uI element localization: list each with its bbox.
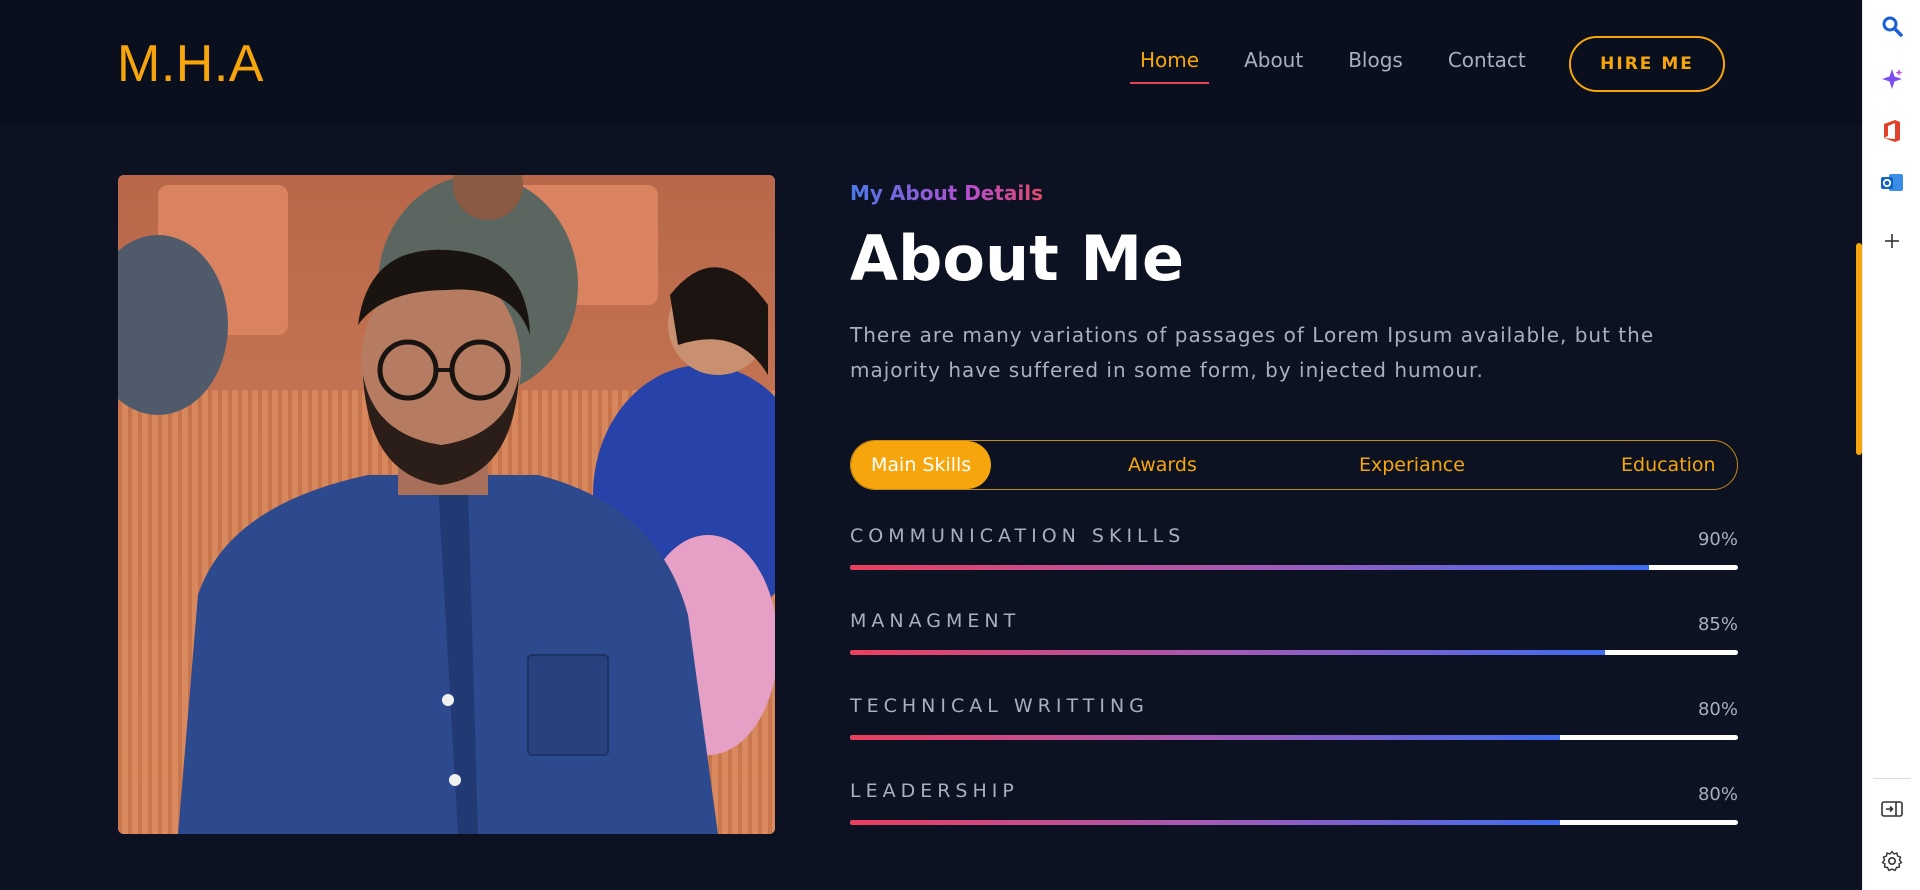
profile-photo-illustration xyxy=(118,175,775,834)
profile-photo xyxy=(118,175,775,834)
skill-bar-fill xyxy=(850,820,1561,825)
tab-awards[interactable]: Awards xyxy=(1128,441,1197,489)
skill-bar xyxy=(850,820,1738,825)
skill-name: LEADERSHIP xyxy=(850,780,1019,802)
nav-home[interactable]: Home xyxy=(1130,48,1210,84)
office-icon[interactable] xyxy=(1880,119,1904,143)
page: M.H.A Home About Blogs Contact HIRE ME M… xyxy=(0,0,1920,890)
skill-item: MANAGMENT 85% xyxy=(850,610,1738,670)
copilot-icon[interactable] xyxy=(1880,67,1904,91)
skill-percent: 85% xyxy=(1697,614,1738,635)
skill-bar xyxy=(850,565,1738,570)
browser-sidebar xyxy=(1862,0,1920,890)
skill-bar xyxy=(850,735,1738,740)
tab-experiance[interactable]: Experiance xyxy=(1359,441,1465,489)
sidebar-divider xyxy=(1873,778,1911,779)
skills-tabs: Main Skills Awards Experiance Education xyxy=(850,440,1738,490)
skill-percent: 80% xyxy=(1697,699,1738,720)
nav-about[interactable]: About xyxy=(1234,48,1313,82)
search-icon[interactable] xyxy=(1880,14,1904,38)
site-header: M.H.A Home About Blogs Contact HIRE ME xyxy=(0,0,1862,126)
skill-bar xyxy=(850,650,1738,655)
skill-name: COMMUNICATION SKILLS xyxy=(850,525,1186,547)
skill-percent: 90% xyxy=(1697,529,1738,550)
skill-name: TECHNICAL WRITTING xyxy=(850,695,1149,717)
skill-bar-fill xyxy=(850,735,1561,740)
tab-education[interactable]: Education xyxy=(1621,441,1716,489)
about-subtitle: My About Details xyxy=(850,181,1044,205)
site-logo[interactable]: M.H.A xyxy=(117,34,264,94)
skill-bar-fill xyxy=(850,650,1605,655)
add-icon[interactable] xyxy=(1880,229,1904,253)
skill-item: COMMUNICATION SKILLS 90% xyxy=(850,525,1738,585)
tab-main-skills[interactable]: Main Skills xyxy=(851,441,992,489)
main-nav: Home About Blogs Contact xyxy=(1130,48,1561,84)
about-title: About Me xyxy=(850,222,1185,295)
about-description: There are many variations of passages of… xyxy=(850,323,1655,382)
skill-name: MANAGMENT xyxy=(850,610,1021,632)
nav-contact[interactable]: Contact xyxy=(1438,48,1536,82)
split-screen-icon[interactable] xyxy=(1880,797,1904,821)
skill-item: TECHNICAL WRITTING 80% xyxy=(850,695,1738,755)
settings-icon[interactable] xyxy=(1880,849,1904,873)
hire-me-button[interactable]: HIRE ME xyxy=(1569,36,1725,92)
nav-blogs[interactable]: Blogs xyxy=(1338,48,1413,82)
skill-item: LEADERSHIP 80% xyxy=(850,780,1738,840)
skill-bar-fill xyxy=(850,565,1650,570)
skill-percent: 80% xyxy=(1697,784,1738,805)
outlook-icon[interactable] xyxy=(1880,171,1904,195)
